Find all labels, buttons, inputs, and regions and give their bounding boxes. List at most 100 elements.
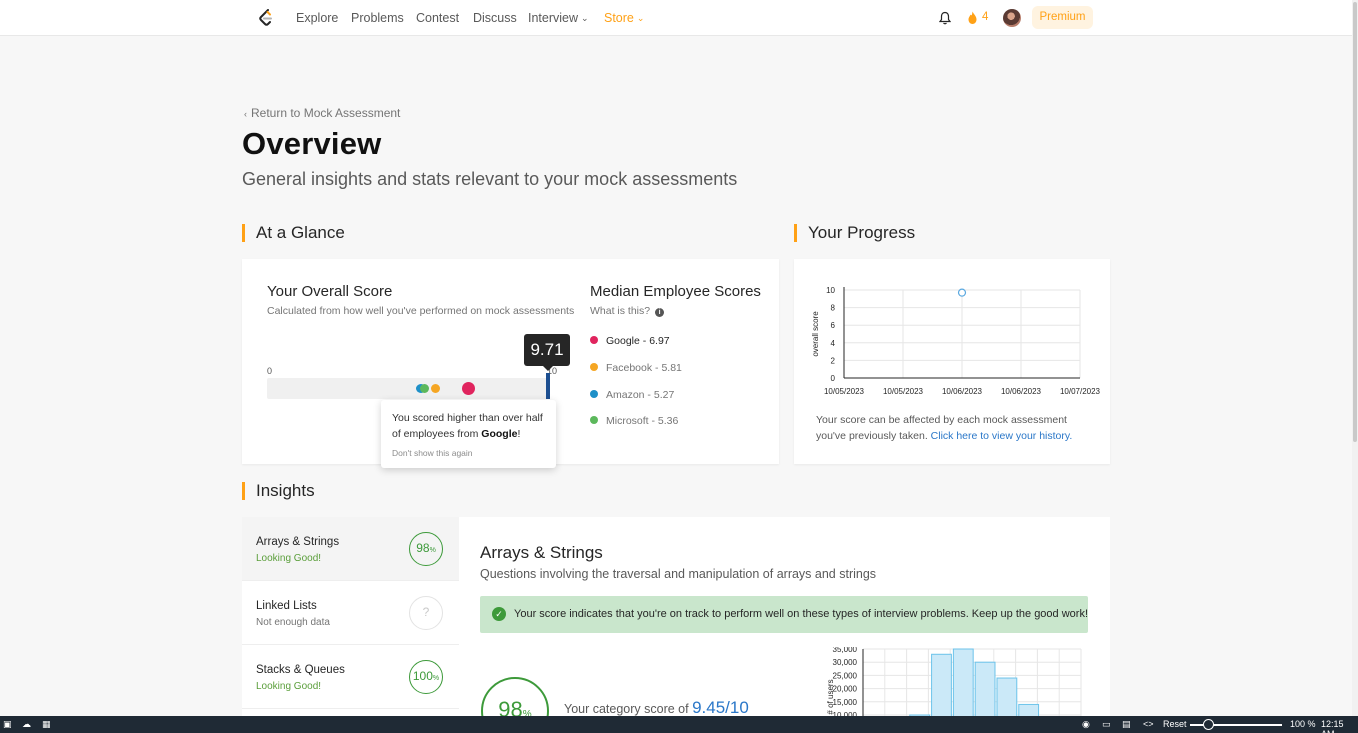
distribution-bar: [974, 661, 996, 717]
category-score-label: Your category score of: [564, 702, 693, 716]
scroll-thumb[interactable]: [1353, 2, 1357, 442]
progress-card: 0 2 4 6 8 10 10/05/2023 10/05/2023 10/06/2023 10/…: [794, 259, 1110, 464]
x-tick-label: 10/07/2023: [1060, 387, 1101, 396]
category-status: Looking Good!: [256, 681, 322, 692]
median-label: Amazon - 5.27: [606, 389, 675, 401]
category-name: Arrays & Strings: [256, 536, 340, 548]
median-scores-title: Median Employee Scores: [590, 283, 761, 300]
category-status: Looking Good!: [256, 553, 322, 564]
distribution-bar: [996, 677, 1018, 717]
y-tick-label: 30,000: [833, 658, 858, 667]
category-score-circle: 100%: [409, 660, 443, 694]
window-icon[interactable]: ▣: [3, 719, 12, 730]
category-name: Stacks & Queues: [256, 664, 345, 676]
category-name: Linked Lists: [256, 600, 317, 612]
legend-dot: [590, 363, 598, 371]
at-a-glance-heading: At a Glance: [242, 224, 345, 242]
x-tick-label: 10/06/2023: [1001, 387, 1042, 396]
y-tick-label: 25,000: [833, 671, 858, 680]
streak-count: 4: [982, 11, 989, 23]
median-facebook: Facebook - 5.81: [590, 362, 682, 374]
dont-show-again-link[interactable]: Don't show this again: [392, 448, 473, 458]
premium-button[interactable]: Premium: [1032, 6, 1093, 29]
category-score-circle: ?: [409, 596, 443, 630]
cloud-icon[interactable]: ☁: [22, 719, 31, 730]
tooltip-message: You scored higher than over half of empl…: [392, 410, 547, 442]
leetcode-logo[interactable]: [258, 9, 274, 27]
y-axis-label: overall score: [811, 311, 820, 357]
y-tick-label: 0: [831, 374, 836, 383]
y-tick-label: 6: [831, 321, 836, 330]
x-tick-label: 10/05/2023: [883, 387, 924, 396]
category-score-circle: 98%: [409, 532, 443, 566]
y-tick-label: 10: [826, 286, 835, 295]
y-tick-label: 35,000: [833, 647, 858, 654]
chevron-down-icon: ⌄: [636, 13, 645, 23]
zoom-level: 100 %: [1290, 719, 1316, 729]
distribution-bar: [952, 648, 974, 717]
what-is-this-label: What is this?: [590, 305, 651, 317]
y-tick-label: 8: [831, 304, 836, 313]
frame-icon[interactable]: ▭: [1102, 719, 1111, 730]
x-tick-label: 10/06/2023: [942, 387, 983, 396]
overall-score-title: Your Overall Score: [267, 283, 393, 300]
category-item-linked-lists[interactable]: Linked Lists Not enough data ?: [242, 581, 459, 645]
zoom-slider-thumb[interactable]: [1203, 719, 1214, 730]
median-microsoft: Microsoft - 5.36: [590, 415, 678, 427]
page-subtitle: General insights and stats relevant to y…: [242, 169, 738, 189]
category-score-value: 9.45/10: [692, 698, 749, 717]
code-icon[interactable]: <>: [1143, 719, 1154, 729]
overall-score-subtitle: Calculated from how well you've performe…: [267, 305, 575, 317]
score-scale-track: [267, 378, 550, 399]
chevron-left-icon: ‹: [244, 109, 247, 119]
detail-title: Arrays & Strings: [480, 543, 603, 562]
taskbar: ▣ ☁ ▦ ◉ ▭ ▤ <> Reset 100 % 12:15 AM: [0, 716, 1358, 733]
alert-text: Your score indicates that you're on trac…: [514, 608, 1088, 620]
your-score-marker: [546, 373, 550, 399]
check-circle-icon: ✓: [492, 607, 506, 621]
view-history-link[interactable]: Click here to view your history.: [931, 430, 1073, 442]
y-tick-label: 2: [831, 356, 836, 365]
y-tick-label: 15,000: [833, 698, 858, 707]
category-score: 98: [416, 541, 430, 555]
avatar[interactable]: [1003, 9, 1021, 27]
nav-store[interactable]: Store ⌄: [604, 11, 644, 25]
streak-flame-icon[interactable]: [967, 11, 978, 25]
tooltip-text-after: !: [517, 428, 521, 440]
median-label: Google - 6.97: [606, 335, 670, 347]
category-detail-panel: Arrays & Strings Questions involving the…: [459, 517, 1110, 733]
progress-chart: 0 2 4 6 8 10 10/05/2023 10/05/2023 10/06/2023 10/…: [811, 286, 1101, 396]
score-distribution-chart: 35,00030,00025,00020,00015,00010,000# of…: [826, 647, 1082, 717]
page-title: Overview: [242, 126, 382, 161]
insights-heading: Insights: [242, 482, 315, 500]
comparison-tooltip: You scored higher than over half of empl…: [381, 400, 556, 468]
your-score-bubble: 9.71: [524, 334, 570, 371]
nav-discuss[interactable]: Discuss: [473, 11, 517, 25]
camera-icon[interactable]: ◉: [1082, 719, 1090, 730]
x-tick-label: 10/05/2023: [824, 387, 865, 396]
image-icon[interactable]: ▤: [1122, 719, 1131, 730]
facebook-median-marker: [431, 384, 440, 393]
nav-contest[interactable]: Contest: [416, 11, 459, 25]
y-axis-label: # of users: [826, 679, 835, 714]
calendar-icon[interactable]: ▦: [42, 719, 51, 730]
median-amazon: Amazon - 5.27: [590, 389, 674, 401]
detail-subtitle: Questions involving the traversal and ma…: [480, 567, 877, 581]
reset-button[interactable]: Reset: [1163, 719, 1187, 729]
chevron-down-icon: ⌄: [581, 13, 589, 23]
distribution-bar: [931, 653, 952, 717]
category-score-suffix: %: [432, 675, 440, 682]
page-scrollbar[interactable]: [1352, 0, 1358, 716]
nav-explore[interactable]: Explore: [296, 11, 338, 25]
category-item-stacks-queues[interactable]: Stacks & Queues Looking Good! 100%: [242, 645, 459, 709]
legend-dot: [590, 416, 598, 424]
back-to-mock-assessment-link[interactable]: ‹ Return to Mock Assessment: [244, 106, 400, 120]
bell-icon[interactable]: [939, 11, 951, 25]
info-icon: i: [655, 308, 665, 317]
category-item-arrays-strings[interactable]: Arrays & Strings Looking Good! 98%: [242, 517, 459, 581]
data-point: [957, 288, 967, 297]
what-is-this-link[interactable]: What is this? i: [590, 305, 665, 317]
median-label: Facebook - 5.81: [606, 362, 682, 374]
nav-problems[interactable]: Problems: [351, 11, 404, 25]
nav-interview[interactable]: Interview ⌄: [528, 11, 589, 25]
